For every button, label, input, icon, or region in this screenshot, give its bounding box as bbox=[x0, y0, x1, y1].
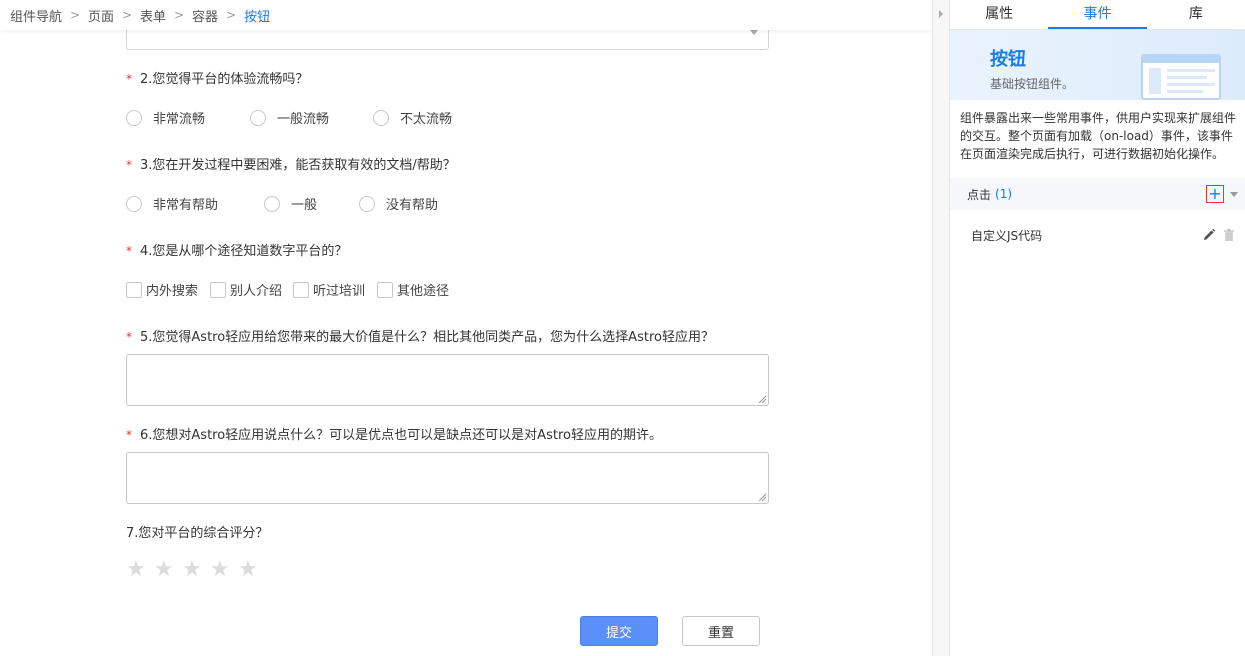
checkbox-option[interactable]: 别人介绍 bbox=[210, 280, 293, 299]
resize-handle-icon[interactable] bbox=[758, 493, 766, 501]
component-banner: 按钮 基础按钮组件。 bbox=[950, 30, 1245, 100]
chevron-right-icon: > bbox=[122, 8, 133, 22]
radio-option[interactable]: 一般 bbox=[264, 194, 359, 213]
question-6-textarea[interactable] bbox=[126, 452, 769, 504]
event-handler-item[interactable]: 自定义JS代码 bbox=[950, 210, 1245, 260]
star-icon[interactable]: ★ bbox=[154, 558, 182, 582]
submit-button[interactable]: 提交 bbox=[580, 616, 658, 646]
breadcrumb-item-nav[interactable]: 组件导航 bbox=[10, 6, 62, 25]
resize-handle-icon[interactable] bbox=[758, 395, 766, 403]
radio-circle[interactable] bbox=[373, 109, 389, 126]
breadcrumb-item-button: 按钮 bbox=[244, 9, 271, 25]
question-2-options: 非常流畅 一般流畅 不太流畅 bbox=[126, 108, 452, 127]
radio-circle[interactable] bbox=[126, 195, 142, 212]
radio-option[interactable]: 一般流畅 bbox=[250, 108, 373, 127]
event-click-header[interactable]: 点击 (1) + bbox=[950, 178, 1245, 210]
option-label: 非常流畅 bbox=[153, 112, 206, 127]
radio-circle[interactable] bbox=[126, 109, 142, 126]
option-label: 听过培训 bbox=[313, 284, 366, 299]
component-title: 按钮 bbox=[990, 49, 1026, 70]
question-text: 7.您对平台的综合评分？ bbox=[126, 526, 269, 541]
option-label: 非常有帮助 bbox=[153, 198, 219, 213]
component-subtitle: 基础按钮组件。 bbox=[990, 77, 1075, 91]
required-mark: * bbox=[126, 428, 132, 442]
question-text: 4.您是从哪个途径知道数字平台的？ bbox=[140, 244, 348, 259]
tab-events[interactable]: 事件 bbox=[1048, 0, 1147, 29]
option-label: 没有帮助 bbox=[386, 198, 439, 213]
question-text: 2.您觉得平台的体验流畅吗？ bbox=[140, 72, 309, 87]
required-mark: * bbox=[126, 244, 132, 258]
properties-panel: 属性 事件 库 按钮 基础按钮组件。 组件暴露出来一些常用事件，供用户实现来扩展… bbox=[950, 0, 1245, 656]
reset-button[interactable]: 重置 bbox=[682, 616, 760, 646]
question-text: 3.您在开发过程中要困难，能否获取有效的文档/帮助？ bbox=[140, 158, 456, 173]
question-4-options: 内外搜索 别人介绍 听过培训 其他途径 bbox=[126, 280, 449, 299]
pencil-icon[interactable] bbox=[1202, 228, 1216, 242]
form-canvas: 组件导航 > 页面 > 表单 > 容器 > 按钮 * 2.您觉得平台的体验流畅吗？… bbox=[0, 0, 932, 656]
chevron-right-icon: > bbox=[226, 8, 237, 22]
events-description: 组件暴露出来一些常用事件，供用户实现来扩展组件的交互。整个页面有加载（on-lo… bbox=[960, 111, 1237, 161]
required-mark: * bbox=[126, 158, 132, 172]
handler-label: 自定义JS代码 bbox=[971, 228, 1043, 243]
required-mark: * bbox=[126, 330, 132, 344]
breadcrumb: 组件导航 > 页面 > 表单 > 容器 > 按钮 bbox=[0, 0, 932, 30]
star-icon[interactable]: ★ bbox=[126, 558, 154, 582]
checkbox-box[interactable] bbox=[293, 281, 309, 298]
plus-icon[interactable]: + bbox=[1206, 185, 1224, 203]
radio-circle[interactable] bbox=[250, 109, 266, 126]
chevron-right-icon: > bbox=[174, 8, 185, 22]
caret-down-icon bbox=[750, 30, 758, 35]
breadcrumb-item-page[interactable]: 页面 bbox=[88, 6, 114, 25]
question-5-label: * 5.您觉得Astro轻应用给您带来的最大价值是什么？相比其他同类产品，您为什么… bbox=[126, 326, 714, 345]
option-label: 不太流畅 bbox=[400, 112, 453, 127]
checkbox-box[interactable] bbox=[210, 281, 226, 298]
rating-stars[interactable]: ★ ★ ★ ★ ★ bbox=[126, 558, 266, 582]
checkbox-option[interactable]: 内外搜索 bbox=[126, 280, 210, 299]
option-label: 内外搜索 bbox=[146, 284, 199, 299]
chevron-right-icon: > bbox=[69, 8, 81, 22]
breadcrumb-item-container[interactable]: 容器 bbox=[192, 6, 218, 25]
radio-option[interactable]: 非常有帮助 bbox=[126, 194, 264, 213]
radio-circle[interactable] bbox=[359, 195, 375, 212]
question-text: 6.您想对Astro轻应用说点什么？可以是优点也可以是缺点还可以是对Astro轻… bbox=[140, 428, 662, 443]
panel-collapse-toggle[interactable] bbox=[932, 0, 950, 656]
option-label: 一般流畅 bbox=[277, 112, 330, 127]
question-3-options: 非常有帮助 一般 没有帮助 bbox=[126, 194, 438, 213]
star-icon[interactable]: ★ bbox=[182, 558, 210, 582]
checkbox-option[interactable]: 听过培训 bbox=[293, 280, 377, 299]
question-text: 5.您觉得Astro轻应用给您带来的最大价值是什么？相比其他同类产品，您为什么选… bbox=[140, 330, 714, 345]
checkbox-box[interactable] bbox=[126, 281, 142, 298]
panel-tabs: 属性 事件 库 bbox=[950, 0, 1245, 30]
required-mark: * bbox=[126, 72, 132, 86]
option-label: 别人介绍 bbox=[230, 284, 283, 299]
checkbox-box[interactable] bbox=[377, 281, 393, 298]
window-illustration-icon bbox=[1141, 54, 1221, 100]
trash-icon[interactable] bbox=[1224, 229, 1234, 241]
question-5-textarea[interactable] bbox=[126, 354, 769, 406]
question-2-label: * 2.您觉得平台的体验流畅吗？ bbox=[126, 68, 308, 87]
radio-option[interactable]: 没有帮助 bbox=[359, 194, 438, 213]
question-6-label: * 6.您想对Astro轻应用说点什么？可以是优点也可以是缺点还可以是对Astro… bbox=[126, 424, 662, 443]
question-7-label: 7.您对平台的综合评分？ bbox=[126, 522, 268, 541]
chevron-right-icon bbox=[939, 10, 943, 18]
star-icon[interactable]: ★ bbox=[210, 558, 238, 582]
radio-circle[interactable] bbox=[264, 195, 280, 212]
event-name: 点击 bbox=[967, 187, 992, 202]
question-4-label: * 4.您是从哪个途径知道数字平台的？ bbox=[126, 240, 347, 259]
breadcrumb-item-form[interactable]: 表单 bbox=[140, 6, 166, 25]
option-label: 其他途径 bbox=[397, 284, 450, 299]
radio-option[interactable]: 非常流畅 bbox=[126, 108, 250, 127]
event-count-badge: (1) bbox=[995, 187, 1013, 201]
tab-properties[interactable]: 属性 bbox=[950, 0, 1048, 29]
radio-option[interactable]: 不太流畅 bbox=[373, 108, 452, 127]
option-label: 一般 bbox=[291, 198, 318, 213]
checkbox-option[interactable]: 其他途径 bbox=[377, 280, 449, 299]
question-3-label: * 3.您在开发过程中要困难，能否获取有效的文档/帮助？ bbox=[126, 154, 456, 173]
caret-down-icon[interactable] bbox=[1230, 192, 1238, 197]
star-icon[interactable]: ★ bbox=[238, 558, 266, 582]
tab-library[interactable]: 库 bbox=[1147, 0, 1245, 29]
